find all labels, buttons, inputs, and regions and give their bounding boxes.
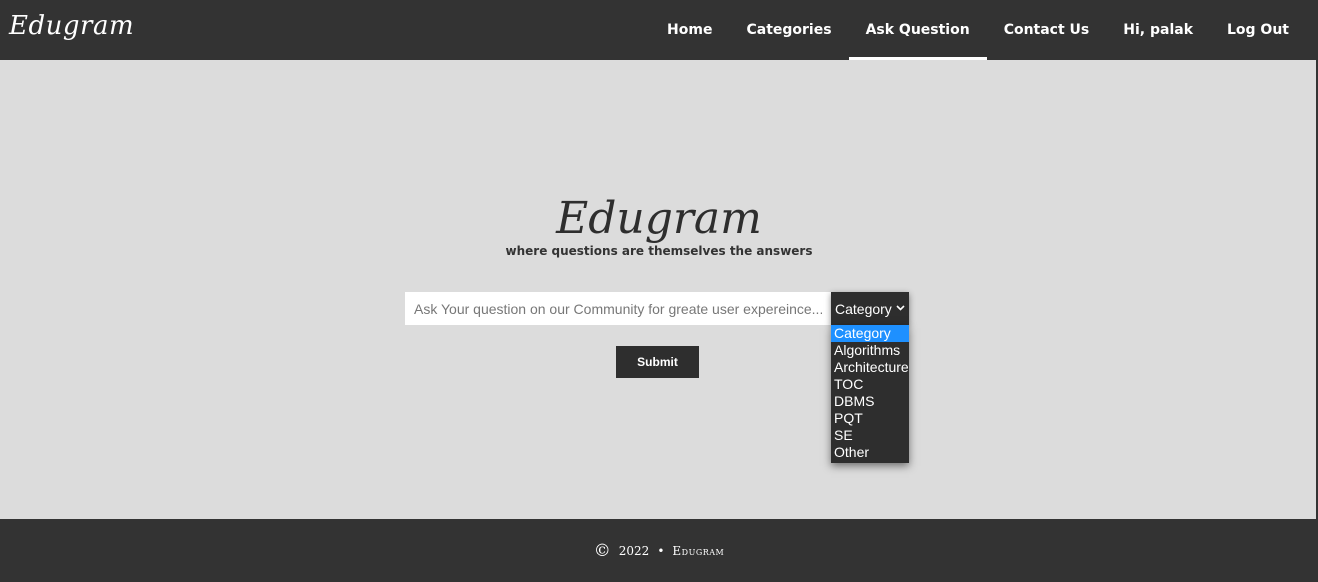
hero-tagline: where questions are themselves the answe… — [505, 244, 813, 258]
brand-logo[interactable]: Edugram — [9, 11, 134, 41]
nav-link-ask-question[interactable]: Ask Question — [848, 0, 987, 60]
nav-links: Home Categories Ask Question Contact Us … — [650, 0, 1306, 60]
submit-button[interactable]: Submit — [616, 346, 699, 378]
footer: © 2022 • Edugram — [0, 519, 1318, 582]
nav-link-user-greeting[interactable]: Hi, palak — [1106, 0, 1210, 60]
nav-link-home[interactable]: Home — [650, 0, 729, 60]
category-option-pqt[interactable]: PQT — [831, 410, 909, 427]
category-option-architecture[interactable]: Architecture — [831, 359, 909, 376]
nav-link-contact-us[interactable]: Contact Us — [987, 0, 1107, 60]
category-option-dbms[interactable]: DBMS — [831, 393, 909, 410]
category-select[interactable]: Category — [831, 292, 909, 325]
top-navbar: Edugram Home Categories Ask Question Con… — [0, 0, 1318, 60]
footer-separator: • — [657, 543, 665, 558]
category-option-toc[interactable]: TOC — [831, 376, 909, 393]
category-dropdown-list: Category Algorithms Architecture TOC DBM… — [831, 325, 909, 463]
hero-title: Edugram — [556, 193, 762, 244]
nav-link-categories[interactable]: Categories — [729, 0, 848, 60]
category-option-other[interactable]: Other — [831, 444, 909, 461]
chevron-down-icon — [896, 303, 905, 314]
question-input[interactable] — [405, 292, 831, 325]
footer-brand: Edugram — [672, 543, 725, 558]
footer-year: 2022 — [618, 543, 650, 558]
nav-link-log-out[interactable]: Log Out — [1210, 0, 1306, 60]
category-option-category[interactable]: Category — [831, 325, 909, 342]
category-option-algorithms[interactable]: Algorithms — [831, 342, 909, 359]
category-select-value: Category — [835, 300, 892, 317]
copyright-icon: © — [593, 540, 611, 561]
category-option-se[interactable]: SE — [831, 427, 909, 444]
